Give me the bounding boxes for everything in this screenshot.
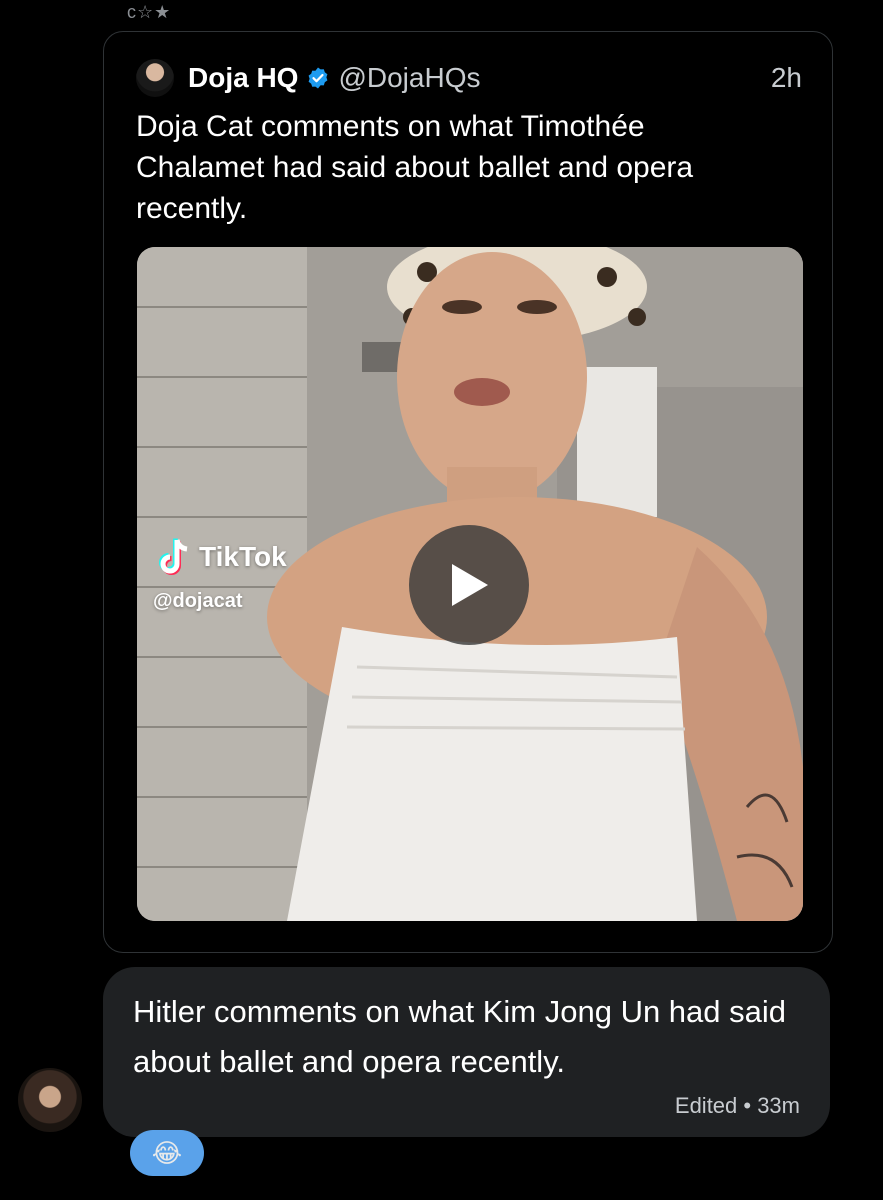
post-time: 2h xyxy=(770,62,802,93)
tiktok-handle: @dojacat xyxy=(153,590,243,612)
play-icon xyxy=(452,564,488,606)
tiktok-brand-text: TikTok xyxy=(199,541,287,572)
video-thumbnail[interactable]: TikTok @dojacat xyxy=(137,247,803,921)
reaction-badge[interactable]: 😂 xyxy=(130,1130,204,1176)
author-avatar[interactable] xyxy=(136,59,174,97)
sender-avatar[interactable] xyxy=(18,1068,82,1132)
reply-text: Hitler comments on what Kim Jong Un had … xyxy=(133,994,787,1079)
verified-badge-icon xyxy=(309,67,328,89)
quoted-post-header: Doja HQ @DojaHQs 2h xyxy=(136,58,802,98)
reply-message-bubble[interactable]: Hitler comments on what Kim Jong Un had … xyxy=(103,967,830,1137)
laughing-emoji-icon: 😂 xyxy=(151,1137,183,1168)
quoted-post-text: Doja Cat comments on what Timothée Chala… xyxy=(136,110,694,225)
tiktok-watermark: TikTok xyxy=(159,537,287,577)
quoted-post-card[interactable]: Doja HQ @DojaHQs 2h Doja Cat comments on… xyxy=(103,31,833,953)
tiktok-icon xyxy=(159,538,188,575)
reply-meta: Edited • 33m xyxy=(674,1093,800,1118)
play-button[interactable] xyxy=(409,525,529,645)
author-name[interactable]: Doja HQ xyxy=(188,62,298,94)
truncated-header-text: c☆★ xyxy=(127,2,172,22)
author-handle[interactable]: @DojaHQs xyxy=(338,62,480,94)
